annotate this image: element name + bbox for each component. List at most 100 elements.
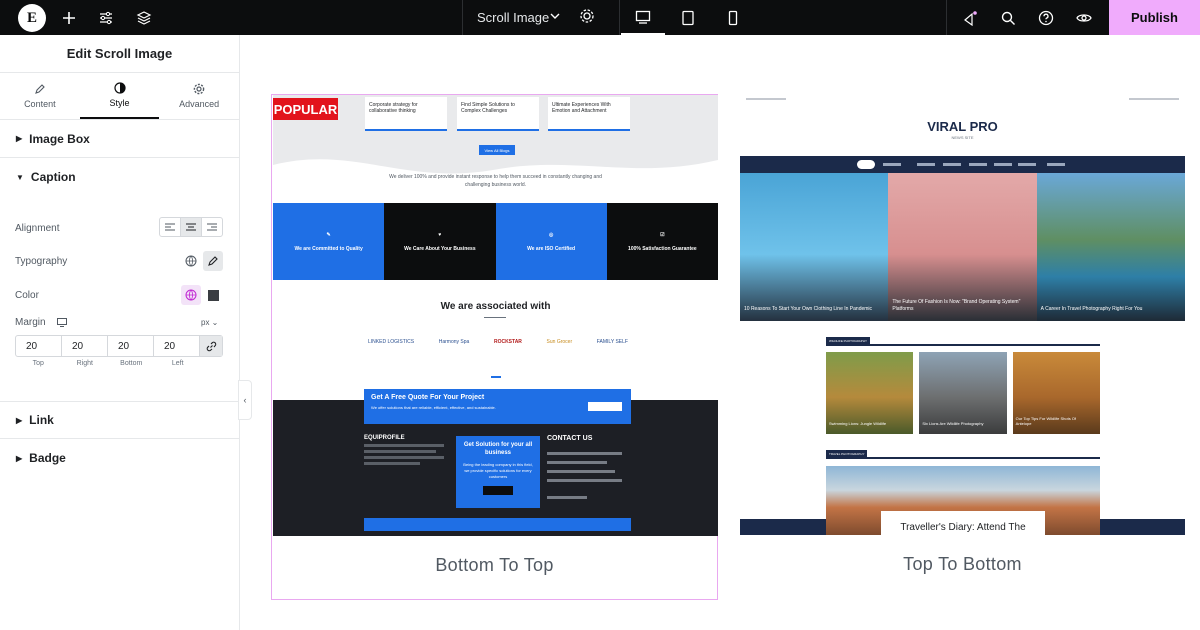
preview-footer-brand: EQUIPROFILE xyxy=(364,435,405,441)
tablet-view-button[interactable] xyxy=(666,0,710,35)
preview-grid-caption: Swimming Lions: Jungle Wildlife xyxy=(829,421,887,426)
preview-solution-text: Being the leading company in this field,… xyxy=(463,462,533,479)
align-center-button[interactable] xyxy=(181,218,202,236)
preview-nav-item xyxy=(883,163,901,166)
edit-typography-button[interactable] xyxy=(203,251,223,271)
structure-layers-icon[interactable] xyxy=(134,8,154,28)
preview-tile-label: 100% Satisfaction Guarantee xyxy=(628,245,697,252)
margin-labels: Top Right Bottom Left xyxy=(15,360,201,367)
scroll-image-card-top-to-bottom[interactable]: VIRAL PRO NEWS SITE 10 Reasons To Start … xyxy=(740,94,1185,600)
tab-content-label: Content xyxy=(24,99,56,109)
tab-advanced-label: Advanced xyxy=(179,99,220,109)
preview-hero-image: 10 Reasons To Start Your Own Clothing Li… xyxy=(740,173,889,321)
margin-bottom-input[interactable]: 20 xyxy=(108,336,154,356)
tab-advanced[interactable]: Advanced xyxy=(159,73,239,119)
margin-left-label: Left xyxy=(171,360,184,367)
link-icon xyxy=(206,341,216,351)
preview-logo-subtitle: NEWS SITE xyxy=(951,135,974,140)
caret-down-icon: ▼ xyxy=(16,172,24,182)
margin-top-label: Top xyxy=(32,360,44,367)
preview-partner-logos: LINKED LOGISTICS Harmony Spa ROCKSTAR Su… xyxy=(368,339,628,345)
preview-grid-image: Our Top Tips For Wildlife Shots Of Antel… xyxy=(1012,352,1100,434)
notifications-megaphone-icon[interactable] xyxy=(960,8,980,28)
mobile-view-button[interactable] xyxy=(711,0,755,35)
preview-hero-caption: The Future Of Fashion Is Now: "Brand Ope… xyxy=(892,299,1021,312)
global-color-button[interactable] xyxy=(181,285,201,305)
preview-tile-label: We are ISO Certified xyxy=(527,245,576,252)
preview-tile: ☑ 100% Satisfaction Guarantee xyxy=(606,203,718,280)
preview-nav-item xyxy=(969,163,987,166)
preview-footer-band xyxy=(740,519,826,535)
tab-style[interactable]: Style xyxy=(79,73,160,119)
section-image-box[interactable]: ▶ Image Box xyxy=(0,120,239,158)
search-icon[interactable] xyxy=(998,8,1018,28)
desktop-view-button[interactable] xyxy=(621,0,665,35)
preview-nav-item xyxy=(1047,163,1065,166)
preview-grid-caption: Six Lions Are Wildlife Photography xyxy=(922,421,984,426)
document-title-dropdown[interactable]: Scroll Image xyxy=(462,0,620,35)
unit-selector[interactable]: px ⌄ xyxy=(201,318,218,327)
preview-hero-caption: 10 Reasons To Start Your Own Clothing Li… xyxy=(744,306,873,312)
mobile-icon xyxy=(728,10,738,25)
margin-top-input[interactable]: 20 xyxy=(16,336,62,356)
section-caption[interactable]: ▼ Caption xyxy=(0,158,239,196)
color-label: Color xyxy=(15,290,39,301)
section-badge[interactable]: ▶ Badge xyxy=(0,439,239,477)
preview-contact-line xyxy=(547,496,587,499)
responsive-desktop-icon[interactable] xyxy=(57,318,67,327)
margin-right-label: Right xyxy=(76,360,93,367)
preview-nav-bar xyxy=(740,156,1185,173)
chevron-down-icon xyxy=(550,13,560,19)
margin-right-input[interactable]: 20 xyxy=(62,336,108,356)
align-right-button[interactable] xyxy=(202,218,222,236)
add-element-icon[interactable] xyxy=(59,8,79,28)
globe-icon xyxy=(185,289,197,301)
section-link[interactable]: ▶ Link xyxy=(0,401,239,439)
preview-mini-card: Find Simple Solutions to Complex Challen… xyxy=(457,97,539,131)
preview-solution-box: Get Solution for your all business Being… xyxy=(456,436,540,508)
preview-quote-title: Get A Free Quote For Your Project xyxy=(371,394,485,401)
preview-contact-line xyxy=(547,452,622,455)
scroll-image-card-bottom-to-top[interactable]: POPULAR Corporate strategy for collabora… xyxy=(271,94,718,600)
preview-nav-item xyxy=(917,163,935,166)
caret-right-icon: ▶ xyxy=(16,415,23,425)
card-caption: Bottom To Top xyxy=(435,555,554,575)
preview-grid-caption: Our Top Tips For Wildlife Shots Of Antel… xyxy=(1015,416,1077,426)
preview-section-header: TRAVEL PHOTOGRAPHY xyxy=(826,450,1100,459)
tablet-icon xyxy=(682,10,694,25)
preview-text-line xyxy=(364,444,444,447)
preview-section-title: WILDLIFE PHOTOGRAPHY xyxy=(826,337,870,344)
partner-logo: LINKED LOGISTICS xyxy=(368,339,415,345)
preview-footer-band xyxy=(1100,519,1185,535)
publish-button[interactable]: Publish xyxy=(1109,0,1200,35)
align-left-button[interactable] xyxy=(160,218,181,236)
preview-tile: ◎ We are ISO Certified xyxy=(495,203,607,280)
elementor-logo-icon[interactable]: E xyxy=(18,4,46,32)
site-settings-icon[interactable] xyxy=(96,8,116,28)
preview-feature-tiles: ✎ We are Committed to Quality ♥ We Care Ab… xyxy=(273,203,718,280)
preview-contact-button xyxy=(483,486,513,495)
preview-site-logo: VIRAL PRO NEWS SITE xyxy=(740,119,1185,140)
preview-heading-underline xyxy=(484,317,506,318)
unit-value: px xyxy=(201,318,210,327)
caret-right-icon: ▶ xyxy=(16,134,23,143)
section-image-box-label: Image Box xyxy=(29,131,90,146)
partner-logo: Harmony Spa xyxy=(438,339,470,345)
preview-nav-item xyxy=(1018,163,1036,166)
global-typography-button[interactable] xyxy=(181,251,201,271)
preview-eye-icon[interactable] xyxy=(1074,8,1094,28)
page-settings-gear-icon[interactable] xyxy=(579,8,595,24)
tab-style-label: Style xyxy=(109,98,130,108)
help-icon[interactable] xyxy=(1036,8,1056,28)
scroll-image-preview: POPULAR Corporate strategy for collabora… xyxy=(273,95,718,536)
link-values-button[interactable] xyxy=(200,336,222,356)
tab-content[interactable]: Content xyxy=(0,73,80,119)
margin-left-input[interactable]: 20 xyxy=(154,336,200,356)
preview-tile-label: We Care About Your Business xyxy=(404,245,476,252)
collapse-panel-handle[interactable]: ‹ xyxy=(238,380,252,420)
preview-section-title: TRAVEL PHOTOGRAPHY xyxy=(826,450,868,457)
preview-grid-image: Six Lions Are Wildlife Photography xyxy=(919,352,1007,434)
desktop-icon xyxy=(635,10,651,24)
color-swatch[interactable] xyxy=(203,285,223,305)
popular-badge: POPULAR xyxy=(273,98,338,120)
